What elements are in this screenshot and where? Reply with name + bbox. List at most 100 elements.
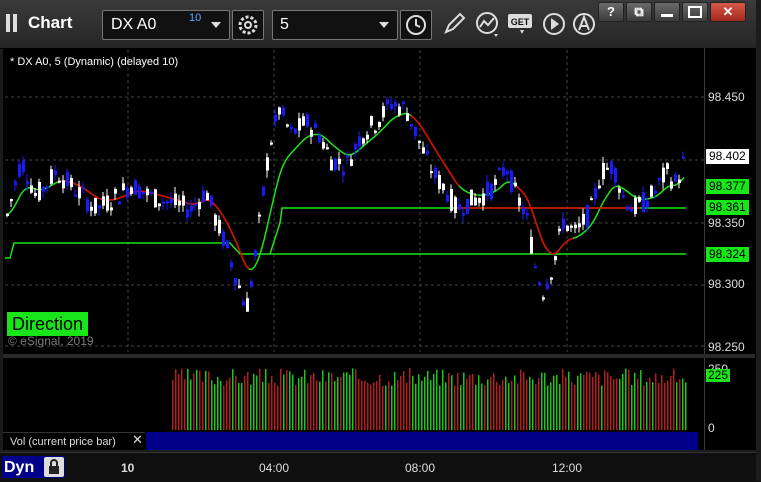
candle-body bbox=[198, 202, 201, 210]
candle-body bbox=[98, 205, 101, 209]
volume-bar bbox=[292, 374, 294, 430]
candle-body bbox=[434, 167, 437, 178]
green-line-flag-lower: 98.324 bbox=[706, 247, 749, 262]
volume-bar bbox=[364, 380, 366, 430]
candle-body bbox=[66, 171, 69, 186]
volume-bar bbox=[469, 375, 471, 430]
moving-average-green bbox=[5, 112, 685, 271]
volume-bar bbox=[427, 370, 429, 430]
volume-bar bbox=[331, 373, 333, 430]
candle-body bbox=[322, 142, 325, 149]
volume-bar bbox=[265, 368, 267, 430]
volume-bar bbox=[517, 383, 519, 430]
candlestick-series bbox=[6, 96, 685, 312]
volume-bar bbox=[541, 372, 543, 430]
candle-body bbox=[310, 130, 313, 137]
candle-body bbox=[238, 285, 241, 288]
copyright-watermark: © eSignal, 2019 bbox=[8, 334, 94, 348]
candle-body bbox=[254, 250, 257, 256]
volume-bar bbox=[646, 381, 648, 430]
candle-body bbox=[258, 214, 261, 217]
candle-body bbox=[242, 301, 245, 306]
candle-body bbox=[554, 256, 557, 261]
candle-body bbox=[666, 163, 669, 169]
volume-bar bbox=[439, 385, 441, 430]
candle-body bbox=[646, 200, 649, 208]
candle-body bbox=[682, 156, 685, 159]
volume-bar bbox=[256, 375, 258, 430]
candle-body bbox=[218, 219, 221, 234]
close-volume-icon[interactable]: ✕ bbox=[132, 432, 143, 448]
volume-bar bbox=[652, 382, 654, 430]
volume-bar bbox=[358, 378, 360, 430]
candle-body bbox=[274, 114, 277, 122]
volume-bar bbox=[622, 373, 624, 430]
candle-body bbox=[282, 107, 285, 116]
volume-bar bbox=[301, 376, 303, 430]
candle-body bbox=[298, 118, 301, 131]
candle-body bbox=[670, 181, 673, 189]
volume-bar bbox=[538, 378, 540, 430]
candle-body bbox=[54, 170, 57, 176]
volume-bar bbox=[241, 382, 243, 430]
volume-bar bbox=[607, 372, 609, 430]
candle-body bbox=[110, 207, 113, 211]
volume-bar bbox=[214, 384, 216, 430]
chart-study-label: * DX A0, 5 (Dynamic) (delayed 10) bbox=[10, 56, 179, 68]
volume-bar bbox=[373, 382, 375, 430]
volume-bar bbox=[478, 375, 480, 430]
volume-study-label: Vol (current price bar) bbox=[3, 432, 145, 450]
candle-body bbox=[462, 212, 465, 216]
lock-icon[interactable] bbox=[44, 457, 64, 477]
green-line-flag-upper: 98.377 bbox=[706, 179, 749, 194]
candle-body bbox=[490, 183, 493, 200]
volume-bar bbox=[436, 369, 438, 430]
candle-body bbox=[474, 197, 477, 206]
candle-body bbox=[602, 162, 605, 180]
candle-body bbox=[338, 158, 341, 165]
volume-bar bbox=[559, 383, 561, 430]
volume-bar bbox=[574, 384, 576, 430]
pane-separator[interactable] bbox=[3, 354, 755, 358]
volume-bar bbox=[454, 385, 456, 430]
volume-bar bbox=[343, 372, 345, 430]
candle-body bbox=[330, 159, 333, 171]
candle-body bbox=[94, 197, 97, 214]
candle-body bbox=[414, 126, 417, 136]
candle-body bbox=[134, 180, 137, 195]
volume-bar bbox=[238, 382, 240, 430]
volume-bar bbox=[616, 378, 618, 430]
candle-body bbox=[674, 174, 677, 182]
volume-bar bbox=[211, 380, 213, 430]
volume-bar bbox=[283, 374, 285, 430]
volume-bar bbox=[295, 384, 297, 430]
candle-body bbox=[42, 186, 45, 192]
volume-bar bbox=[562, 368, 564, 430]
date-label: 10 bbox=[121, 461, 135, 475]
candle-body bbox=[150, 191, 153, 194]
volume-bar bbox=[286, 370, 288, 430]
candle-body bbox=[498, 168, 501, 171]
last-price-flag: 98.402 bbox=[706, 149, 749, 164]
candle-body bbox=[122, 183, 125, 190]
volume-bar bbox=[178, 374, 180, 430]
volume-bar bbox=[352, 368, 354, 430]
volume-bar bbox=[289, 371, 291, 430]
candle-body bbox=[278, 107, 281, 115]
volume-bar bbox=[529, 376, 531, 430]
volume-bar bbox=[565, 376, 567, 430]
volume-bar bbox=[313, 372, 315, 430]
volume-bar bbox=[397, 379, 399, 430]
candle-body bbox=[234, 278, 237, 286]
candle-body bbox=[18, 163, 21, 177]
candle-body bbox=[302, 116, 305, 126]
volume-bar bbox=[631, 384, 633, 430]
candle-body bbox=[378, 122, 381, 127]
volume-bar bbox=[268, 383, 270, 430]
time-axis[interactable] bbox=[0, 452, 761, 482]
volume-bar bbox=[448, 373, 450, 430]
volume-bar bbox=[496, 381, 498, 430]
candle-body bbox=[210, 195, 213, 206]
window-border bbox=[756, 0, 761, 481]
volume-bar bbox=[625, 368, 627, 430]
